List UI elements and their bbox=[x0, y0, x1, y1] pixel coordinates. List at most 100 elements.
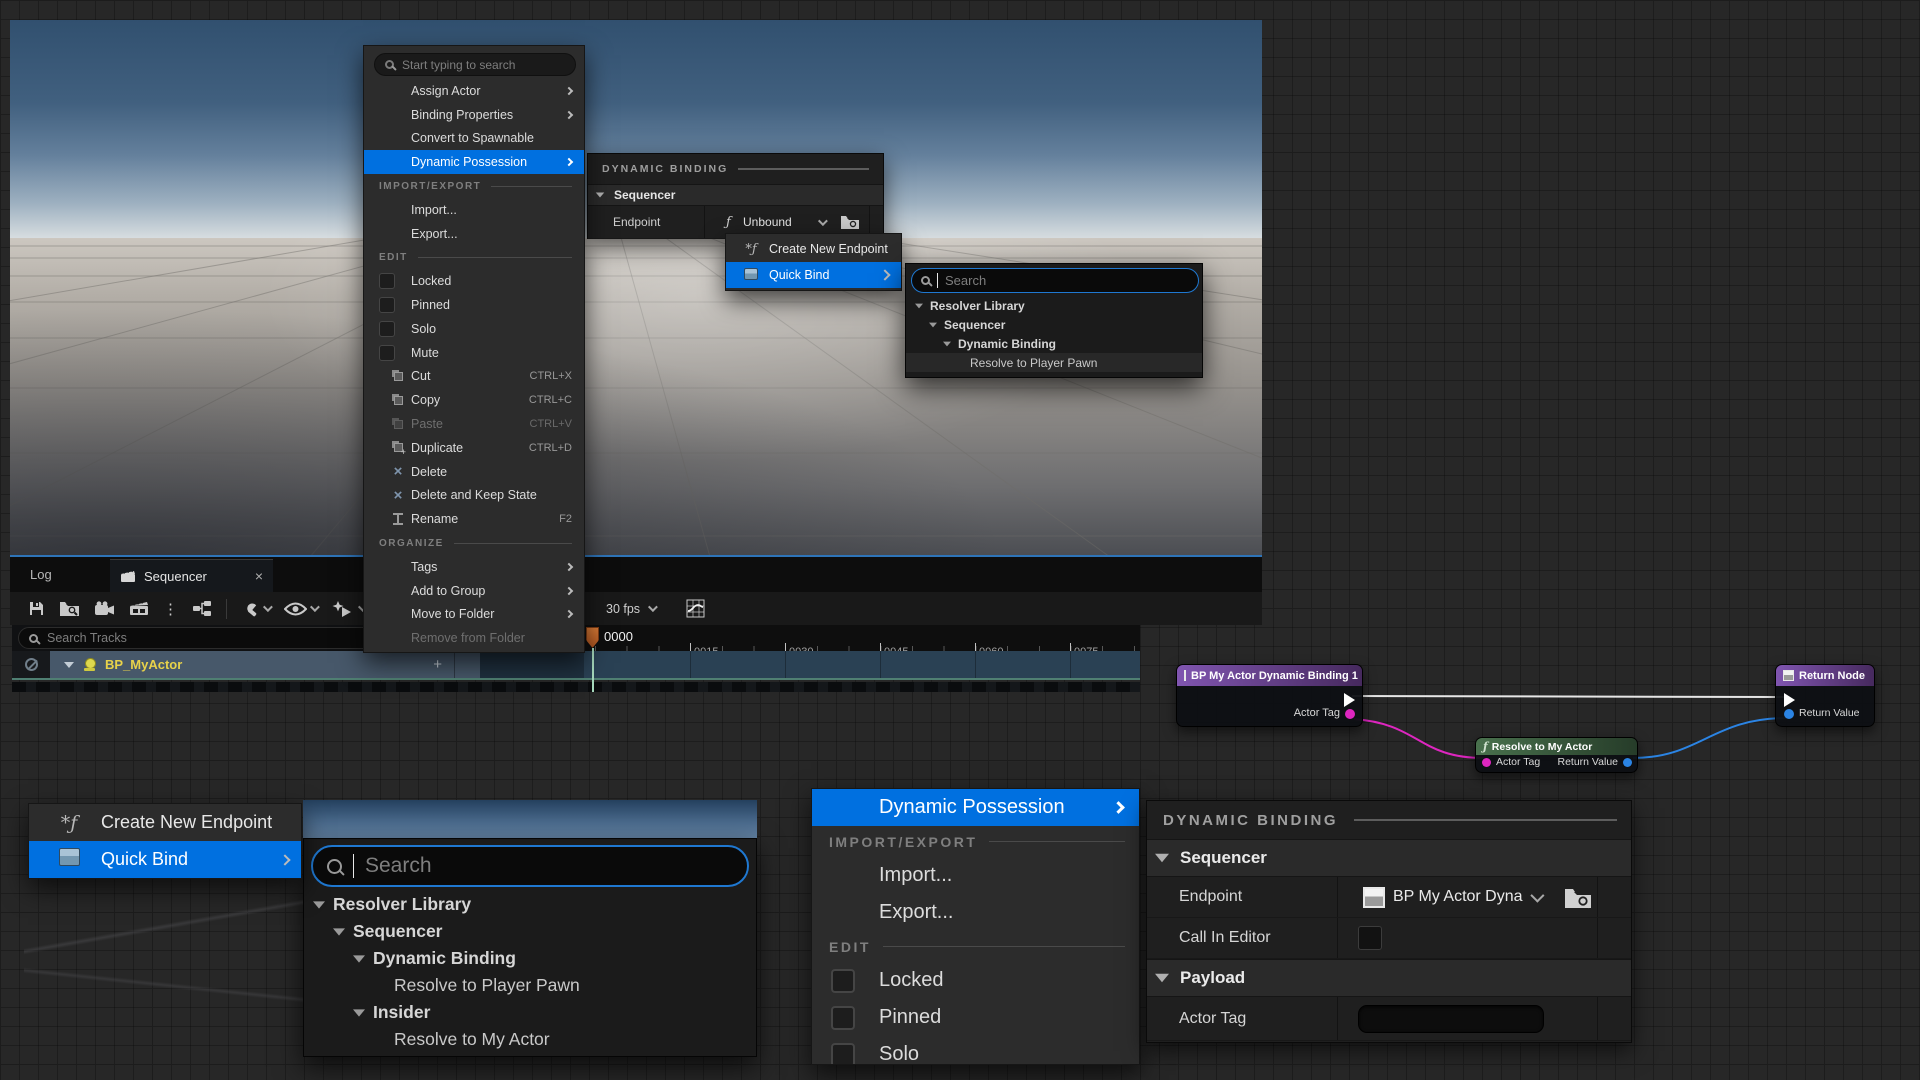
tab-sequencer[interactable]: Sequencer × bbox=[110, 559, 273, 592]
menu-item-delete[interactable]: ×Delete bbox=[364, 460, 584, 484]
tree-item-sequencer[interactable]: Sequencer bbox=[906, 315, 1202, 334]
return-value-output-pin[interactable] bbox=[1623, 758, 1632, 767]
menu-item-dynamic-possession[interactable]: Dynamic Possession bbox=[364, 150, 584, 174]
menu-item-export[interactable]: Export... bbox=[364, 222, 584, 246]
view-options-button[interactable] bbox=[284, 602, 317, 616]
category-sequencer[interactable]: Sequencer bbox=[1147, 839, 1631, 877]
track-mute-cell[interactable] bbox=[12, 651, 50, 678]
playback-options-button[interactable] bbox=[331, 600, 365, 617]
menu-item-duplicate[interactable]: +DuplicateCTRL+D bbox=[364, 436, 584, 460]
tree-item-dynamic-binding[interactable]: Dynamic Binding bbox=[906, 334, 1202, 353]
call-in-editor-checkbox[interactable] bbox=[1358, 926, 1382, 950]
track-row[interactable]: BP_MyActor + bbox=[12, 651, 1140, 680]
settings-wrench-button[interactable] bbox=[241, 600, 270, 617]
actor-tag-input-pin[interactable] bbox=[1482, 758, 1491, 767]
menu-item-create-new-endpoint[interactable]: *ƒCreate New Endpoint bbox=[726, 236, 901, 262]
menu-item-cut[interactable]: CutCTRL+X bbox=[364, 365, 584, 389]
tree-item-insider[interactable]: Insider bbox=[304, 999, 756, 1026]
timeline-ruler[interactable]: 00150030004500600075 bbox=[583, 625, 1140, 651]
menu-item-import[interactable]: Import... bbox=[812, 857, 1139, 894]
menu-item-solo[interactable]: Solo bbox=[364, 317, 584, 341]
menu-item-tags[interactable]: Tags bbox=[364, 555, 584, 579]
sequencer-scroll-strip[interactable] bbox=[12, 682, 1140, 692]
menu-item-locked[interactable]: Locked bbox=[812, 962, 1139, 999]
track-label-cell[interactable]: BP_MyActor + bbox=[50, 651, 480, 678]
menu-item-dynamic-possession[interactable]: Dynamic Possession bbox=[812, 789, 1139, 826]
fps-dropdown[interactable]: 30 fps bbox=[606, 592, 655, 625]
node-resolve-to-my-actor[interactable]: ƒ Resolve to My Actor Actor Tag Return V… bbox=[1475, 737, 1638, 773]
expand-arrow-icon[interactable] bbox=[64, 662, 74, 668]
category-payload[interactable]: Payload bbox=[1147, 959, 1631, 997]
browse-icon[interactable] bbox=[840, 214, 860, 230]
checkbox-solo[interactable] bbox=[379, 321, 395, 337]
checkbox-solo[interactable] bbox=[831, 1043, 855, 1066]
menu-item-add-to-group[interactable]: Add to Group bbox=[364, 579, 584, 603]
camera-button[interactable] bbox=[94, 601, 115, 617]
checkbox-pinned[interactable] bbox=[831, 1006, 855, 1030]
tree-item-resolve-to-my-actor[interactable]: Resolve to My Actor bbox=[304, 1026, 756, 1053]
tree-item-sequencer[interactable]: Sequencer bbox=[304, 918, 756, 945]
tree-item-resolve-to-player-pawn[interactable]: Resolve to Player Pawn bbox=[906, 353, 1202, 372]
actor-tag-output-pin[interactable] bbox=[1345, 709, 1355, 719]
browse-content-button[interactable] bbox=[59, 600, 80, 617]
menu-item-quick-bind[interactable]: Quick Bind bbox=[726, 262, 901, 288]
menu-item-pinned[interactable]: Pinned bbox=[812, 999, 1139, 1036]
checkbox-locked[interactable] bbox=[379, 273, 395, 289]
menu-item-delete-and-keep-state[interactable]: ×Delete and Keep State bbox=[364, 484, 584, 508]
curve-editor-button[interactable] bbox=[686, 592, 705, 625]
menu-item-pinned[interactable]: Pinned bbox=[364, 293, 584, 317]
menu-item-locked[interactable]: Locked bbox=[364, 269, 584, 293]
zoom-search-input[interactable]: Search bbox=[311, 845, 749, 887]
quick-bind-search-input[interactable]: Search bbox=[911, 268, 1199, 293]
checkbox-mute[interactable] bbox=[379, 345, 395, 361]
menu-item-binding-properties[interactable]: Binding Properties bbox=[364, 103, 584, 127]
chevron-down-icon[interactable] bbox=[1530, 889, 1544, 903]
node-return[interactable]: Return Node Return Value bbox=[1775, 664, 1875, 727]
duplicate-icon: + bbox=[390, 440, 406, 456]
tree-item-dynamic-binding[interactable]: Dynamic Binding bbox=[304, 945, 756, 972]
endpoint-value[interactable]: BP My Actor Dyna bbox=[1393, 888, 1523, 906]
widget-blueprint-icon bbox=[1184, 670, 1186, 681]
checkbox-locked[interactable] bbox=[831, 969, 855, 993]
submenu-arrow-icon bbox=[565, 110, 573, 118]
menu-item-rename[interactable]: RenameF2 bbox=[364, 507, 584, 531]
menu-item-import[interactable]: Import... bbox=[364, 198, 584, 222]
menu-section-edit: EDIT bbox=[364, 246, 584, 270]
tree-item-label: Resolver Library bbox=[930, 299, 1025, 313]
tab-log[interactable]: Log bbox=[16, 557, 66, 592]
more-options-icon[interactable]: ⋮ bbox=[163, 600, 178, 618]
tree-item-resolver-library[interactable]: Resolver Library bbox=[304, 891, 756, 918]
endpoint-value[interactable]: Unbound bbox=[743, 215, 792, 229]
menu-item-quick-bind[interactable]: Quick Bind bbox=[29, 841, 301, 878]
return-value-input-pin[interactable] bbox=[1784, 709, 1794, 719]
menu-item-copy[interactable]: CopyCTRL+C bbox=[364, 388, 584, 412]
menu-item-create-new-endpoint[interactable]: *ƒCreate New Endpoint bbox=[29, 804, 301, 841]
tree-item-label: Resolver Library bbox=[333, 894, 471, 915]
menu-item-solo[interactable]: Solo bbox=[812, 1036, 1139, 1065]
actor-tag-input[interactable] bbox=[1358, 1005, 1544, 1033]
menu-item-assign-actor[interactable]: Assign Actor bbox=[364, 79, 584, 103]
render-movie-button[interactable] bbox=[129, 601, 149, 616]
menu-item-export[interactable]: Export... bbox=[812, 894, 1139, 931]
exec-output-pin[interactable] bbox=[1344, 693, 1355, 707]
node-bp-my-actor-dynamic-binding[interactable]: BP My Actor Dynamic Binding 1 Actor Tag bbox=[1176, 664, 1363, 727]
category-sequencer[interactable]: Sequencer bbox=[588, 184, 883, 206]
menu-item-mute[interactable]: Mute bbox=[364, 341, 584, 365]
category-label: Sequencer bbox=[1180, 848, 1267, 868]
track-lane[interactable] bbox=[480, 651, 1140, 678]
menu-item-paste[interactable]: PasteCTRL+V bbox=[364, 412, 584, 436]
menu-item-remove-from-folder[interactable]: Remove from Folder bbox=[364, 626, 584, 650]
sequence-hierarchy-button[interactable] bbox=[192, 600, 212, 617]
chevron-down-icon[interactable] bbox=[818, 216, 828, 226]
checkbox-pinned[interactable] bbox=[379, 297, 395, 313]
browse-icon[interactable] bbox=[1564, 886, 1592, 909]
add-track-button[interactable]: + bbox=[433, 656, 442, 673]
tree-item-resolve-to-player-pawn[interactable]: Resolve to Player Pawn bbox=[304, 972, 756, 999]
tree-item-resolver-library[interactable]: Resolver Library bbox=[906, 296, 1202, 315]
tab-close-icon[interactable]: × bbox=[255, 568, 263, 584]
menu-search-input[interactable]: Start typing to search bbox=[374, 53, 576, 76]
exec-input-pin[interactable] bbox=[1784, 693, 1795, 707]
save-button[interactable] bbox=[28, 600, 45, 617]
menu-item-convert-to-spawnable[interactable]: Convert to Spawnable bbox=[364, 127, 584, 151]
menu-item-move-to-folder[interactable]: Move to Folder bbox=[364, 603, 584, 627]
